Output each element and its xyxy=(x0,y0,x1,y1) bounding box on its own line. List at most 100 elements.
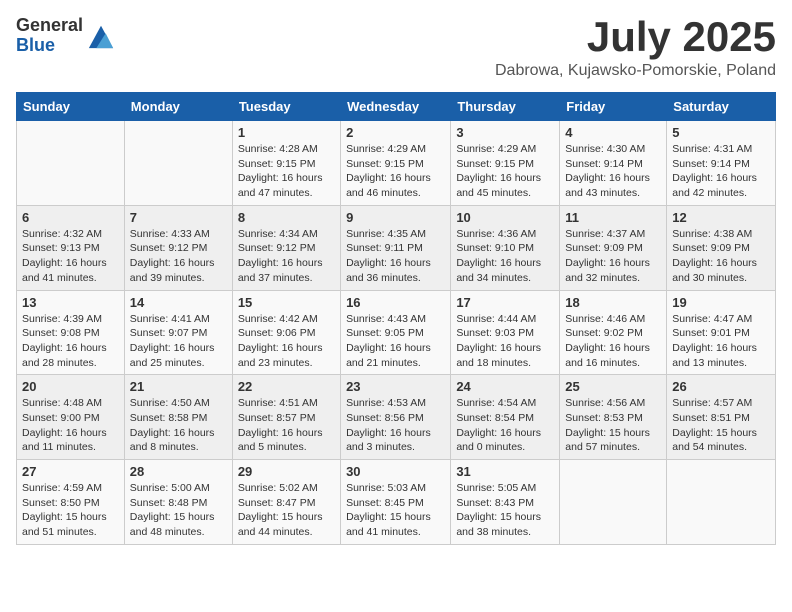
day-info: Sunrise: 4:31 AM Sunset: 9:14 PM Dayligh… xyxy=(672,142,770,201)
day-number: 11 xyxy=(565,210,661,225)
day-number: 28 xyxy=(130,464,227,479)
day-info: Sunrise: 4:53 AM Sunset: 8:56 PM Dayligh… xyxy=(346,396,445,455)
calendar-cell: 3Sunrise: 4:29 AM Sunset: 9:15 PM Daylig… xyxy=(451,121,560,206)
day-info: Sunrise: 4:48 AM Sunset: 9:00 PM Dayligh… xyxy=(22,396,119,455)
day-info: Sunrise: 4:41 AM Sunset: 9:07 PM Dayligh… xyxy=(130,312,227,371)
calendar-cell: 9 Sunrise: 4:35 AM Sunset: 9:11 PM Daylig… xyxy=(341,205,451,290)
day-number: 20 xyxy=(22,379,119,394)
day-number: 5 xyxy=(672,125,770,140)
day-number: 22 xyxy=(238,379,335,394)
calendar-cell: 22 Sunrise: 4:51 AM Sunset: 8:57 PM Dayli… xyxy=(232,375,340,460)
calendar-header: SundayMondayTuesdayWednesdayThursdayFrid… xyxy=(17,93,776,121)
day-number: 8 xyxy=(238,210,335,225)
calendar-cell xyxy=(560,460,667,545)
day-number: 7 xyxy=(130,210,227,225)
day-info: Sunrise: 4:35 AM Sunset: 9:11 PM Dayligh… xyxy=(346,227,445,286)
day-number: 17 xyxy=(456,295,554,310)
week-row-4: 20 Sunrise: 4:48 AM Sunset: 9:00 PM Dayli… xyxy=(17,375,776,460)
day-number: 25 xyxy=(565,379,661,394)
day-info: Sunrise: 5:00 AM Sunset: 8:48 PM Dayligh… xyxy=(130,481,227,540)
day-number: 29 xyxy=(238,464,335,479)
logo: General Blue xyxy=(16,16,115,56)
header-monday: Monday xyxy=(124,93,232,121)
day-info: Sunrise: 4:56 AM Sunset: 8:53 PM Dayligh… xyxy=(565,396,661,455)
day-info: Sunrise: 4:59 AM Sunset: 8:50 PM Dayligh… xyxy=(22,481,119,540)
logo-general: General xyxy=(16,16,83,36)
calendar-cell: 2 Sunrise: 4:29 AM Sunset: 9:15 PM Daylig… xyxy=(341,121,451,206)
day-info: Sunrise: 4:37 AM Sunset: 9:09 PM Dayligh… xyxy=(565,227,661,286)
day-number: 16 xyxy=(346,295,445,310)
day-info: Sunrise: 4:28 AM Sunset: 9:15 PM Dayligh… xyxy=(238,142,335,201)
day-number: 9 xyxy=(346,210,445,225)
header-wednesday: Wednesday xyxy=(341,93,451,121)
day-number: 2 xyxy=(346,125,445,140)
day-number: 30 xyxy=(346,464,445,479)
calendar-cell: 30 Sunrise: 5:03 AM Sunset: 8:45 PM Dayli… xyxy=(341,460,451,545)
day-info: Sunrise: 4:50 AM Sunset: 8:58 PM Dayligh… xyxy=(130,396,227,455)
calendar-cell: 15Sunrise: 4:42 AM Sunset: 9:06 PM Dayli… xyxy=(232,290,340,375)
calendar-cell: 13 Sunrise: 4:39 AM Sunset: 9:08 PM Dayli… xyxy=(17,290,125,375)
header-saturday: Saturday xyxy=(667,93,776,121)
day-info: Sunrise: 4:42 AM Sunset: 9:06 PM Dayligh… xyxy=(238,312,335,371)
calendar-cell: 23Sunrise: 4:53 AM Sunset: 8:56 PM Dayli… xyxy=(341,375,451,460)
day-info: Sunrise: 5:02 AM Sunset: 8:47 PM Dayligh… xyxy=(238,481,335,540)
header-sunday: Sunday xyxy=(17,93,125,121)
week-row-1: 1Sunrise: 4:28 AM Sunset: 9:15 PM Daylig… xyxy=(17,121,776,206)
calendar-body: 1Sunrise: 4:28 AM Sunset: 9:15 PM Daylig… xyxy=(17,121,776,545)
header-thursday: Thursday xyxy=(451,93,560,121)
day-number: 27 xyxy=(22,464,119,479)
day-info: Sunrise: 4:32 AM Sunset: 9:13 PM Dayligh… xyxy=(22,227,119,286)
calendar-cell: 25 Sunrise: 4:56 AM Sunset: 8:53 PM Dayli… xyxy=(560,375,667,460)
day-info: Sunrise: 4:51 AM Sunset: 8:57 PM Dayligh… xyxy=(238,396,335,455)
week-row-5: 27 Sunrise: 4:59 AM Sunset: 8:50 PM Dayli… xyxy=(17,460,776,545)
title-block: July 2025 Dabrowa, Kujawsko-Pomorskie, P… xyxy=(495,16,776,80)
logo-blue: Blue xyxy=(16,36,83,56)
calendar-cell: 6 Sunrise: 4:32 AM Sunset: 9:13 PM Daylig… xyxy=(17,205,125,290)
day-info: Sunrise: 4:34 AM Sunset: 9:12 PM Dayligh… xyxy=(238,227,335,286)
page-header: General Blue July 2025 Dabrowa, Kujawsko… xyxy=(16,16,776,80)
day-info: Sunrise: 5:03 AM Sunset: 8:45 PM Dayligh… xyxy=(346,481,445,540)
calendar-cell: 11 Sunrise: 4:37 AM Sunset: 9:09 PM Dayli… xyxy=(560,205,667,290)
day-number: 24 xyxy=(456,379,554,394)
day-info: Sunrise: 4:39 AM Sunset: 9:08 PM Dayligh… xyxy=(22,312,119,371)
calendar-cell: 8 Sunrise: 4:34 AM Sunset: 9:12 PM Daylig… xyxy=(232,205,340,290)
calendar-cell: 17 Sunrise: 4:44 AM Sunset: 9:03 PM Dayli… xyxy=(451,290,560,375)
calendar-cell: 7 Sunrise: 4:33 AM Sunset: 9:12 PM Daylig… xyxy=(124,205,232,290)
calendar-cell: 16 Sunrise: 4:43 AM Sunset: 9:05 PM Dayli… xyxy=(341,290,451,375)
day-number: 14 xyxy=(130,295,227,310)
day-number: 13 xyxy=(22,295,119,310)
month-title: July 2025 xyxy=(495,16,776,58)
header-friday: Friday xyxy=(560,93,667,121)
calendar-cell xyxy=(17,121,125,206)
calendar-cell: 21 Sunrise: 4:50 AM Sunset: 8:58 PM Dayli… xyxy=(124,375,232,460)
day-info: Sunrise: 4:46 AM Sunset: 9:02 PM Dayligh… xyxy=(565,312,661,371)
calendar-cell: 27 Sunrise: 4:59 AM Sunset: 8:50 PM Dayli… xyxy=(17,460,125,545)
day-number: 3 xyxy=(456,125,554,140)
week-row-3: 13 Sunrise: 4:39 AM Sunset: 9:08 PM Dayli… xyxy=(17,290,776,375)
header-tuesday: Tuesday xyxy=(232,93,340,121)
day-number: 12 xyxy=(672,210,770,225)
day-number: 4 xyxy=(565,125,661,140)
day-number: 31 xyxy=(456,464,554,479)
calendar-cell: 24 Sunrise: 4:54 AM Sunset: 8:54 PM Dayli… xyxy=(451,375,560,460)
day-info: Sunrise: 4:54 AM Sunset: 8:54 PM Dayligh… xyxy=(456,396,554,455)
header-row: SundayMondayTuesdayWednesdayThursdayFrid… xyxy=(17,93,776,121)
day-number: 19 xyxy=(672,295,770,310)
day-info: Sunrise: 4:43 AM Sunset: 9:05 PM Dayligh… xyxy=(346,312,445,371)
location-subtitle: Dabrowa, Kujawsko-Pomorskie, Poland xyxy=(495,62,776,80)
calendar-cell: 5 Sunrise: 4:31 AM Sunset: 9:14 PM Daylig… xyxy=(667,121,776,206)
calendar-cell: 12 Sunrise: 4:38 AM Sunset: 9:09 PM Dayli… xyxy=(667,205,776,290)
day-info: Sunrise: 4:33 AM Sunset: 9:12 PM Dayligh… xyxy=(130,227,227,286)
day-number: 21 xyxy=(130,379,227,394)
day-number: 18 xyxy=(565,295,661,310)
day-info: Sunrise: 4:44 AM Sunset: 9:03 PM Dayligh… xyxy=(456,312,554,371)
calendar-table: SundayMondayTuesdayWednesdayThursdayFrid… xyxy=(16,92,776,545)
day-info: Sunrise: 4:47 AM Sunset: 9:01 PM Dayligh… xyxy=(672,312,770,371)
day-number: 26 xyxy=(672,379,770,394)
calendar-cell: 28 Sunrise: 5:00 AM Sunset: 8:48 PM Dayli… xyxy=(124,460,232,545)
day-number: 6 xyxy=(22,210,119,225)
day-info: Sunrise: 4:29 AM Sunset: 9:15 PM Dayligh… xyxy=(346,142,445,201)
day-info: Sunrise: 4:38 AM Sunset: 9:09 PM Dayligh… xyxy=(672,227,770,286)
logo-text: General Blue xyxy=(16,16,83,56)
calendar-cell: 19 Sunrise: 4:47 AM Sunset: 9:01 PM Dayli… xyxy=(667,290,776,375)
